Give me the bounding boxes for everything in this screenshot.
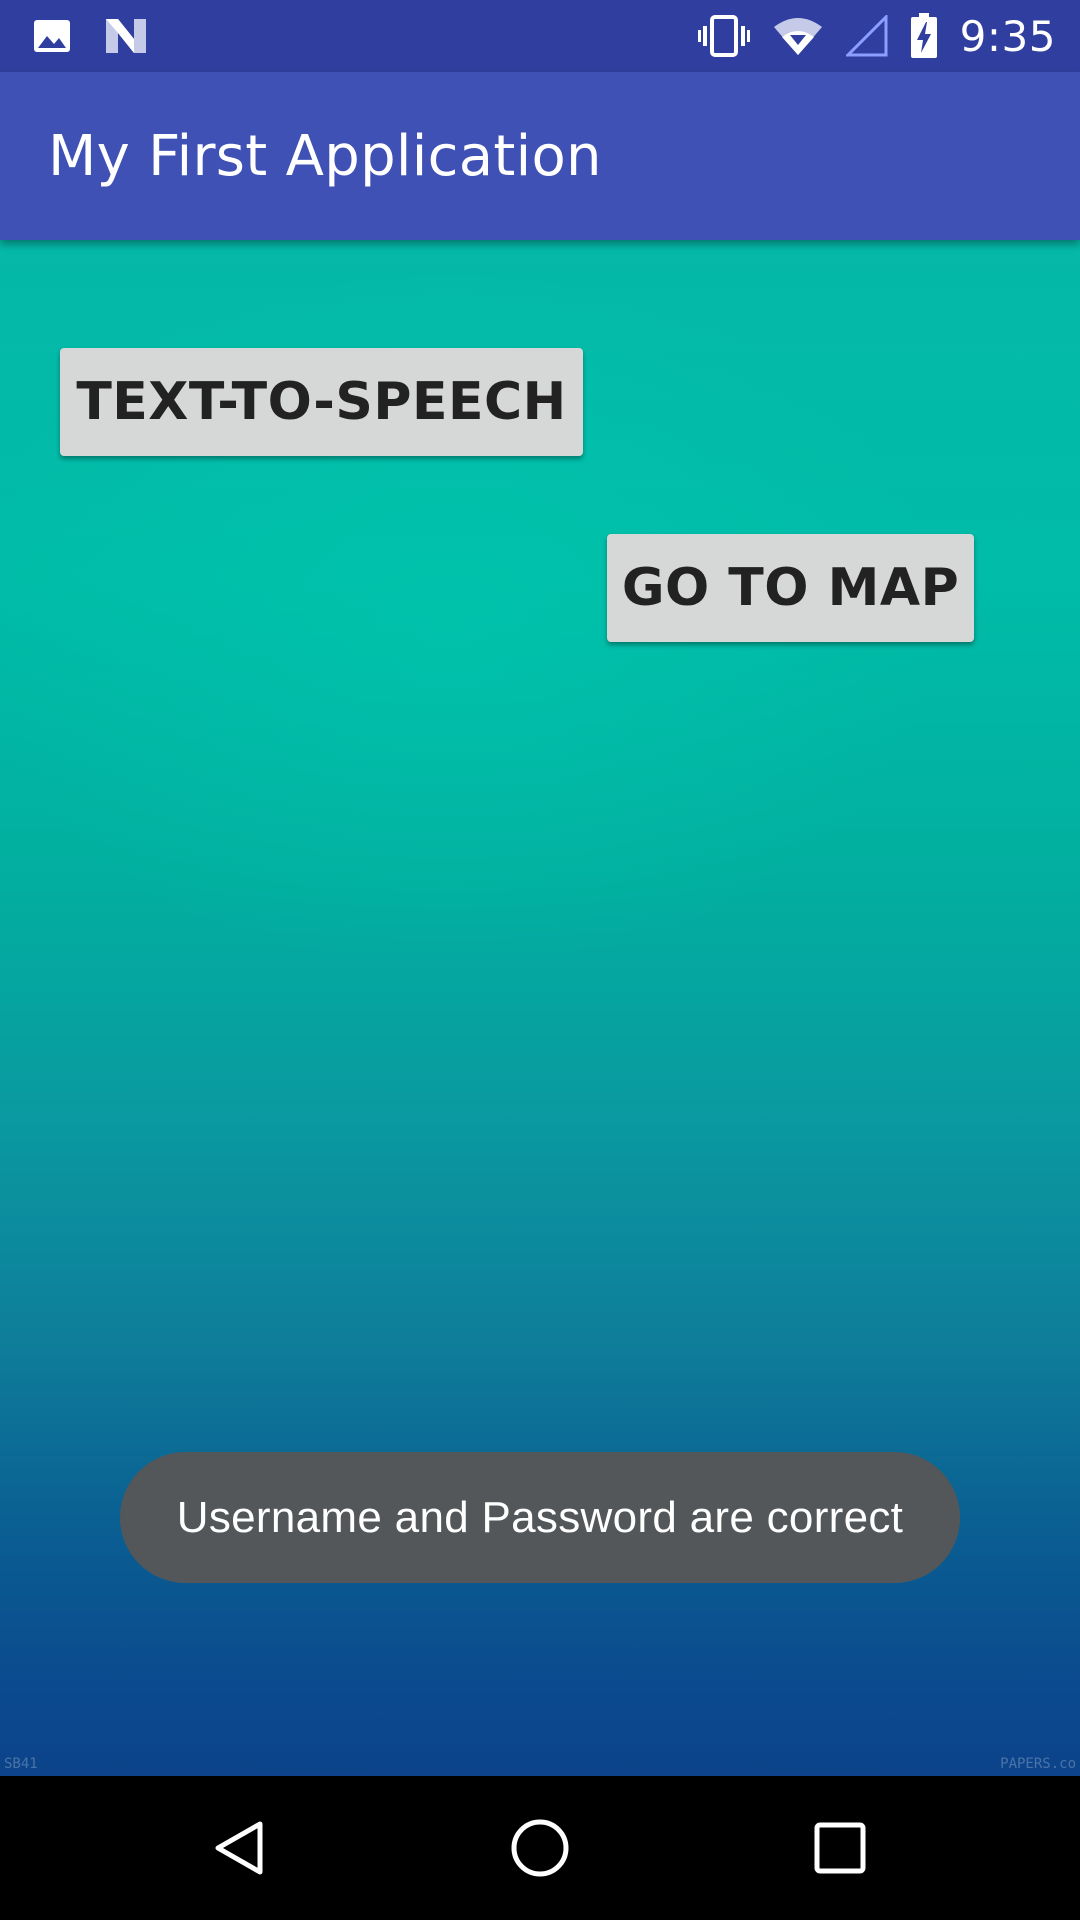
wallpaper-watermark-left: SB41	[4, 1756, 38, 1772]
main-content: TEXT-TO-SPEECH GO TO MAP Username and Pa…	[0, 240, 1080, 1776]
phone-screen: 9:35 My First Application TEXT-TO-SPEECH…	[0, 0, 1080, 1920]
navigation-bar	[0, 1776, 1080, 1920]
image-notification-icon	[32, 16, 72, 56]
battery-charging-icon	[910, 13, 938, 59]
status-time: 9:35	[959, 11, 1056, 61]
status-bar: 9:35	[0, 0, 1080, 72]
app-title: My First Application	[48, 123, 602, 189]
wallpaper-watermark-right: PAPERS.co	[1000, 1756, 1076, 1772]
n-notification-icon	[104, 17, 148, 55]
text-to-speech-button[interactable]: TEXT-TO-SPEECH	[60, 348, 583, 456]
go-to-map-button[interactable]: GO TO MAP	[607, 534, 974, 642]
home-icon[interactable]	[480, 1788, 600, 1908]
back-icon[interactable]	[180, 1788, 300, 1908]
recents-icon[interactable]	[780, 1788, 900, 1908]
vibrate-icon	[697, 15, 750, 57]
app-bar: My First Application	[0, 72, 1080, 240]
cell-signal-icon	[845, 15, 888, 57]
wifi-icon	[772, 15, 824, 57]
status-bar-system: 9:35	[697, 11, 1056, 61]
status-bar-notifications	[32, 16, 148, 56]
toast-message: Username and Password are correct	[120, 1452, 960, 1583]
